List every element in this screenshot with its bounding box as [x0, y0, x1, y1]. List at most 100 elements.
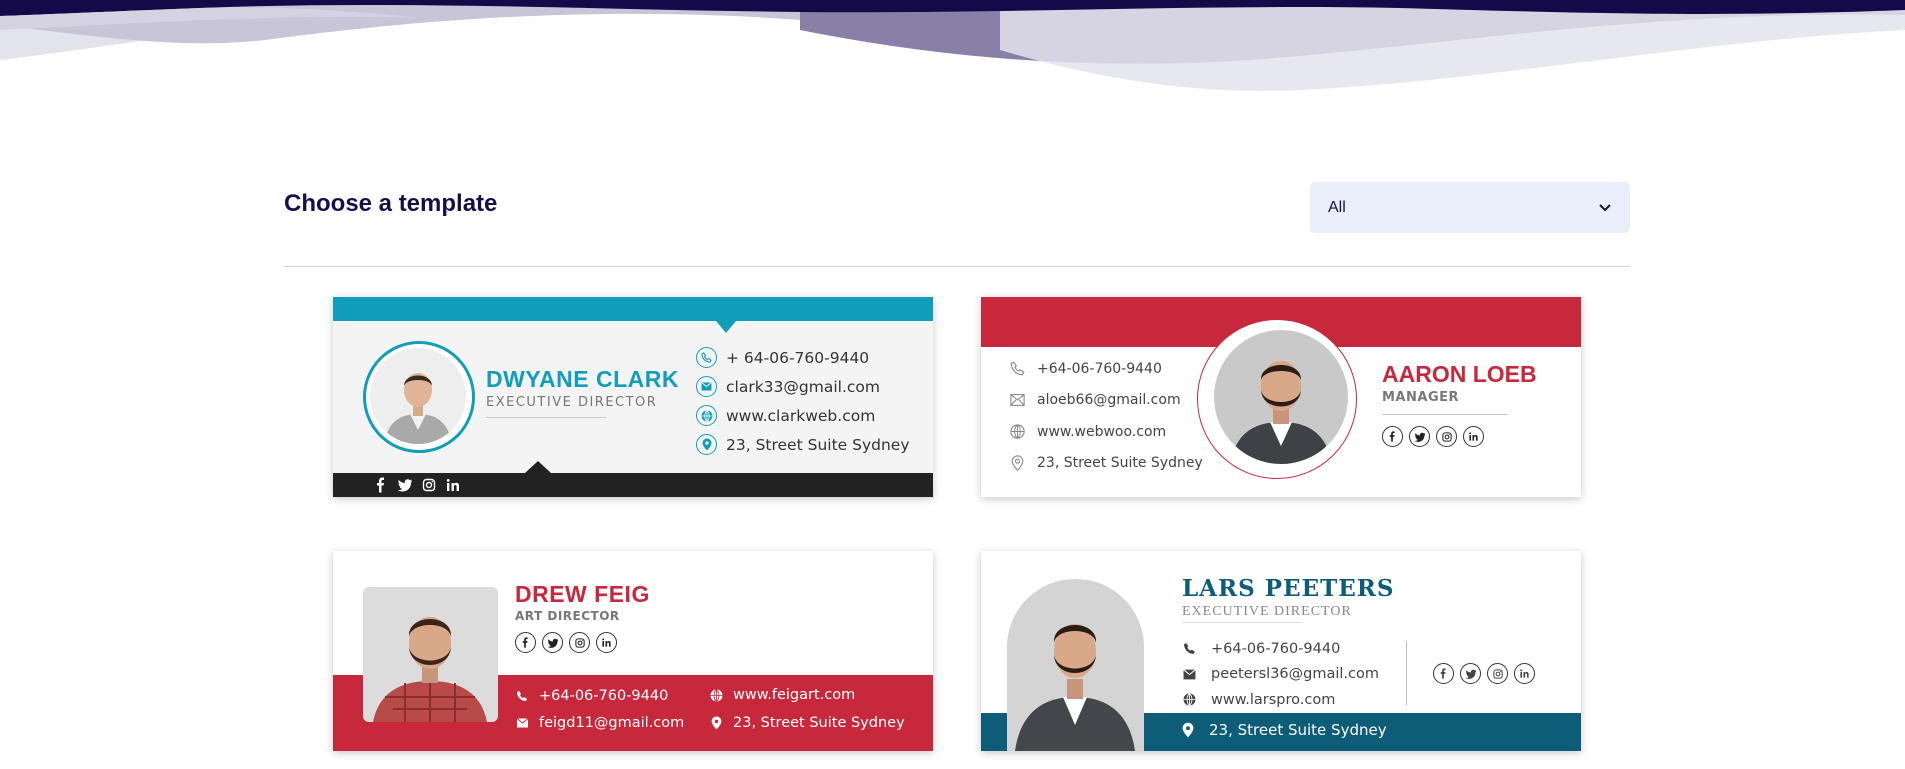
twitter-icon[interactable]: [542, 632, 563, 653]
linkedin-icon[interactable]: [1514, 663, 1535, 684]
email-text: clark33@gmail.com: [726, 377, 880, 396]
address-text: 23, Street Suite Sydney: [726, 435, 910, 454]
location-pin-icon: [1009, 455, 1025, 472]
card-name: DWYANE CLARK: [486, 366, 679, 392]
facebook-icon[interactable]: [1433, 663, 1454, 684]
filter-selected-value: All: [1328, 198, 1346, 216]
phone-text: +64-06-760-9440: [1037, 360, 1162, 377]
globe-icon: [696, 405, 717, 426]
contact-phone: + 64-06-760-9440: [696, 343, 910, 372]
contact-web: www.feigart.com: [709, 683, 855, 707]
globe-icon: [1182, 693, 1196, 707]
card-job-title: EXECUTIVE DIRECTOR: [1182, 604, 1352, 619]
phone-text: +64-06-760-9440: [1211, 640, 1341, 657]
phone-icon: [515, 689, 529, 703]
contact-address: 23, Street Suite Sydney: [1009, 448, 1203, 480]
card-name: AARON LOEB: [1382, 361, 1537, 387]
phone-icon: [696, 347, 717, 368]
social-links: [1382, 426, 1484, 447]
contact-email: peetersl36@gmail.com: [1182, 662, 1379, 688]
twitter-icon[interactable]: [1409, 426, 1430, 447]
social-links: [373, 477, 461, 493]
web-text: www.clarkweb.com: [726, 406, 876, 425]
phone-icon: [1009, 361, 1025, 377]
contact-email: clark33@gmail.com: [696, 372, 910, 401]
instagram-icon[interactable]: [569, 632, 590, 653]
contact-address: 23, Street Suite Sydney: [1182, 721, 1387, 739]
email-text: peetersl36@gmail.com: [1211, 666, 1379, 683]
name-underline: [1182, 622, 1302, 623]
globe-icon: [1009, 424, 1025, 440]
social-links: [1433, 663, 1535, 684]
linkedin-icon[interactable]: [596, 632, 617, 653]
page: Choose a template All DWYANE CLARK EXECU…: [0, 0, 1905, 769]
facebook-icon[interactable]: [373, 477, 389, 493]
email-text: aloeb66@gmail.com: [1037, 392, 1181, 409]
location-pin-icon: [1182, 722, 1194, 738]
contact-address: 23, Street Suite Sydney: [696, 430, 910, 459]
instagram-icon[interactable]: [1436, 426, 1457, 447]
web-text: www.webwoo.com: [1037, 423, 1167, 440]
mail-icon: [696, 376, 717, 397]
card-notch: [716, 321, 736, 333]
card-name: DREW FEIG: [515, 581, 650, 607]
facebook-icon[interactable]: [515, 632, 536, 653]
web-text: www.larspro.com: [1211, 691, 1336, 708]
chevron-down-icon: [1598, 203, 1612, 213]
template-card-4[interactable]: LARS PEETERS EXECUTIVE DIRECTOR +64-06-7…: [981, 551, 1581, 751]
template-filter-select[interactable]: All: [1310, 182, 1630, 233]
phone-icon: [1182, 642, 1196, 656]
contact-email: feigd11@gmail.com: [515, 711, 684, 735]
vertical-divider: [1406, 641, 1407, 705]
template-card-2[interactable]: +64-06-760-9440 aloeb66@gmail.com www.we…: [981, 297, 1581, 497]
avatar: [363, 587, 498, 722]
contact-web: www.larspro.com: [1182, 687, 1379, 713]
linkedin-icon[interactable]: [1463, 426, 1484, 447]
location-pin-icon: [696, 434, 717, 455]
avatar: [363, 341, 475, 453]
name-underline: [1382, 414, 1508, 415]
contact-web: www.webwoo.com: [1009, 416, 1203, 448]
web-text: www.feigart.com: [733, 687, 856, 703]
twitter-icon[interactable]: [1460, 663, 1481, 684]
social-links: [515, 632, 617, 653]
page-title: Choose a template: [284, 190, 498, 217]
contact-phone: +64-06-760-9440: [1009, 353, 1203, 385]
contact-list: +64-06-760-9440 aloeb66@gmail.com www.we…: [1009, 353, 1203, 479]
contact-email: aloeb66@gmail.com: [1009, 385, 1203, 417]
section-divider: [284, 266, 1630, 267]
name-underline: [486, 417, 606, 418]
mail-icon: [1009, 392, 1025, 408]
address-text: 23, Street Suite Sydney: [733, 715, 905, 731]
email-text: feigd11@gmail.com: [539, 715, 685, 731]
instagram-icon[interactable]: [1487, 663, 1508, 684]
contact-web: www.clarkweb.com: [696, 401, 910, 430]
mail-icon: [1182, 667, 1196, 681]
contact-phone: +64-06-760-9440: [515, 684, 668, 708]
contact-list: +64-06-760-9440 peetersl36@gmail.com www…: [1182, 636, 1379, 713]
card-notch-bottom: [525, 461, 551, 473]
linkedin-icon[interactable]: [445, 477, 461, 493]
twitter-icon[interactable]: [397, 477, 413, 493]
location-pin-icon: [709, 716, 723, 730]
address-text: 23, Street Suite Sydney: [1209, 721, 1387, 739]
template-card-3[interactable]: DREW FEIG ART DIRECTOR +64-06-760-9440 f…: [333, 551, 933, 751]
instagram-icon[interactable]: [421, 477, 437, 493]
avatar: [1214, 330, 1348, 464]
phone-text: + 64-06-760-9440: [726, 348, 870, 367]
address-text: 23, Street Suite Sydney: [1037, 455, 1203, 472]
card-job-title: MANAGER: [1382, 390, 1459, 405]
facebook-icon[interactable]: [1382, 426, 1403, 447]
card-job-title: EXECUTIVE DIRECTOR: [486, 395, 658, 410]
mail-icon: [515, 716, 529, 730]
globe-icon: [709, 688, 723, 702]
card-job-title: ART DIRECTOR: [515, 609, 620, 623]
card-top-bar: [333, 297, 933, 321]
hero-wave-banner: [0, 0, 1905, 100]
card-name: LARS PEETERS: [1182, 575, 1395, 602]
contact-address: 23, Street Suite Sydney: [709, 711, 905, 735]
contact-phone: +64-06-760-9440: [1182, 636, 1379, 662]
template-card-1[interactable]: DWYANE CLARK EXECUTIVE DIRECTOR + 64-06-…: [333, 297, 933, 497]
phone-text: +64-06-760-9440: [539, 688, 669, 704]
avatar: [1007, 579, 1144, 751]
